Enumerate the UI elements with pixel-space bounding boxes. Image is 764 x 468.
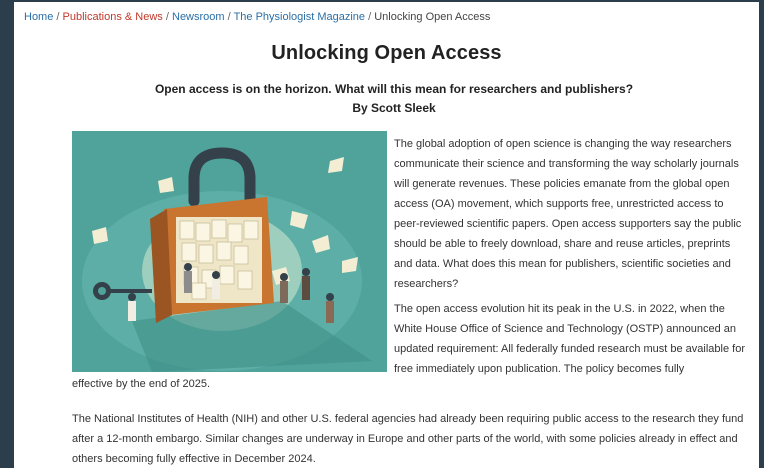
page-title: Unlocking Open Access (271, 42, 502, 64)
breadcrumb: Home / Publications & News / Newsroom / … (24, 11, 490, 23)
breadcrumb-separator: / (165, 11, 169, 23)
article-illustration (72, 131, 387, 372)
breadcrumb-separator: / (227, 11, 231, 23)
article-paragraph-2-continued: effective by the end of 2025. (72, 378, 211, 390)
breadcrumb-home-link[interactable]: Home (24, 11, 53, 23)
article-page: Home / Publications & News / Newsroom / … (14, 2, 759, 468)
breadcrumb-separator: / (56, 11, 60, 23)
breadcrumb-publications-link[interactable]: Publications & News (63, 11, 163, 23)
breadcrumb-newsroom-link[interactable]: Newsroom (172, 11, 225, 23)
breadcrumb-magazine-link[interactable]: The Physiologist Magazine (234, 11, 365, 23)
article-byline: By Scott Sleek (352, 101, 436, 115)
article-subtitle: Open access is on the horizon. What will… (154, 82, 634, 96)
breadcrumb-separator: / (368, 11, 372, 23)
article-paragraph-1: The global adoption of open science is c… (394, 138, 742, 290)
breadcrumb-current: Unlocking Open Access (374, 11, 491, 23)
padlock-illustration-icon (72, 131, 387, 372)
article-paragraph-3: The National Institutes of Health (NIH) … (72, 413, 744, 465)
article-paragraph-2: The open access evolution hit its peak i… (394, 303, 745, 375)
